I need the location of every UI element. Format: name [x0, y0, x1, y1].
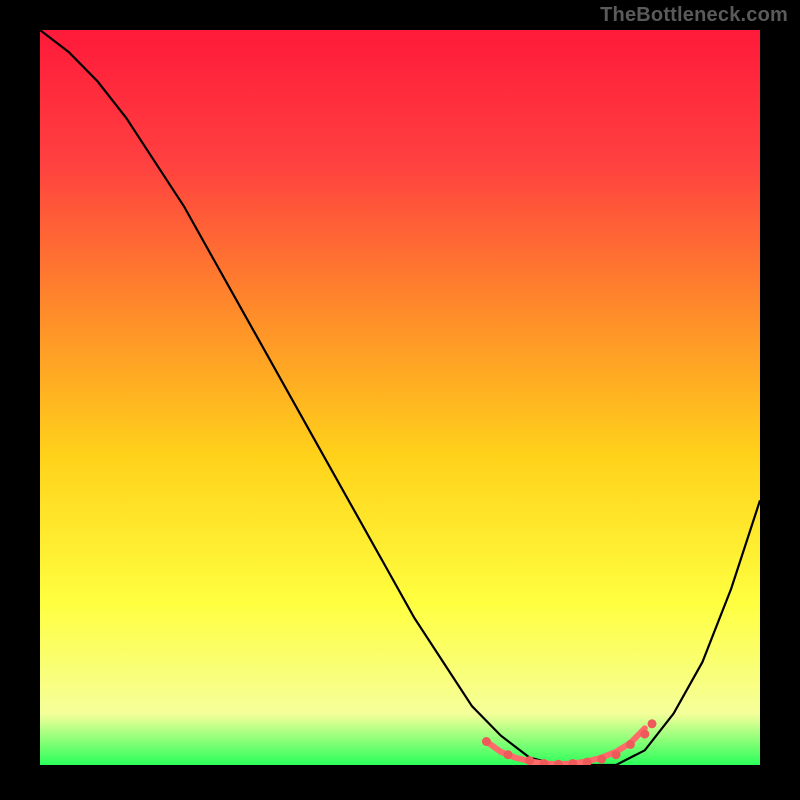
- gradient-background: [40, 30, 760, 765]
- plateau-dot: [482, 737, 491, 746]
- watermark-text: TheBottleneck.com: [600, 4, 788, 27]
- plot-area: [40, 30, 760, 765]
- plateau-dot: [597, 755, 606, 764]
- plateau-dot: [640, 730, 649, 739]
- plateau-dot: [648, 719, 657, 728]
- chart-container: TheBottleneck.com: [0, 0, 800, 800]
- plateau-dot: [504, 750, 513, 759]
- plateau-dot: [525, 756, 534, 765]
- chart-svg: [40, 30, 760, 765]
- plateau-dot: [626, 740, 635, 749]
- plateau-dot: [612, 750, 621, 759]
